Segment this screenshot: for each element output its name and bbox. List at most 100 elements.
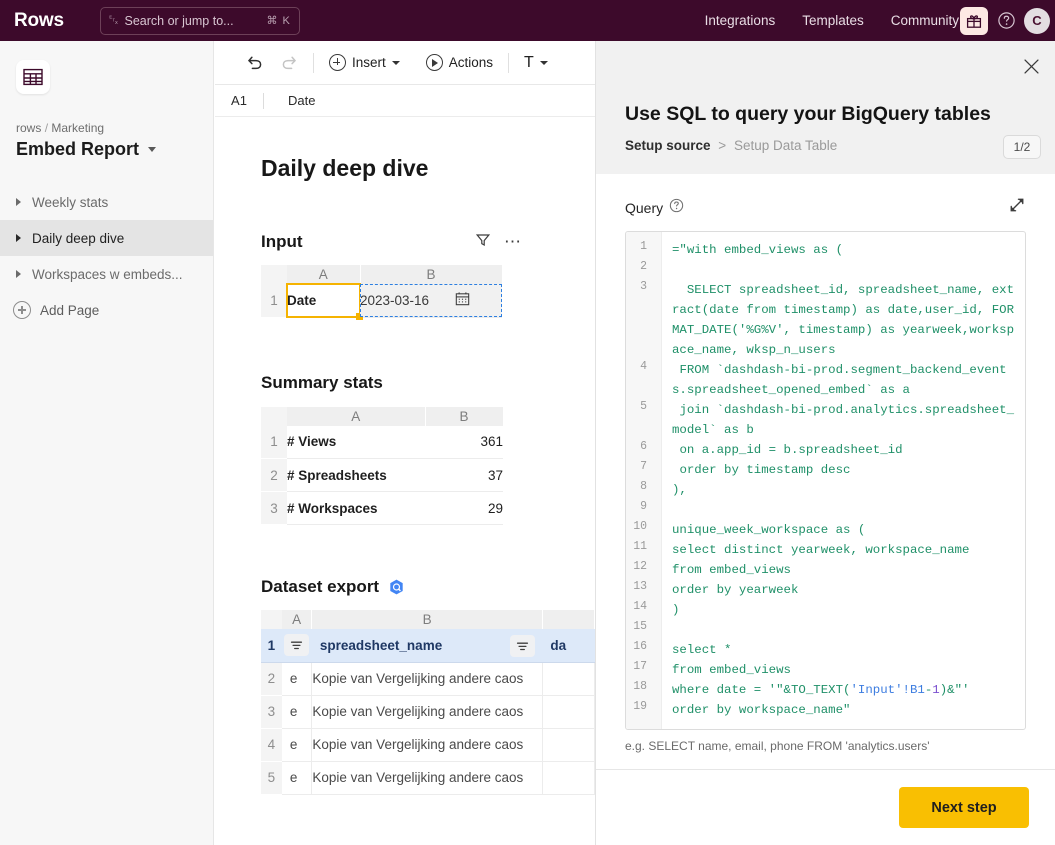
line-number: 15	[633, 620, 647, 633]
nav-link-community[interactable]: Community	[891, 13, 959, 28]
cell-b2[interactable]: Kopie van Vergelijking andere caos	[311, 662, 543, 696]
toolbar-divider	[508, 52, 510, 73]
row-number[interactable]: 1	[261, 629, 282, 663]
cell-a3[interactable]: # Workspaces	[287, 491, 425, 525]
column-header-a[interactable]: A	[287, 265, 361, 284]
row-number[interactable]: 1	[261, 284, 287, 318]
grid-corner	[261, 406, 287, 426]
code-line: on a.app_id = b.spreadsheet_id	[672, 443, 903, 457]
breadcrumb-workspace[interactable]: rows	[16, 121, 41, 135]
filter-icon[interactable]	[510, 635, 536, 657]
breadcrumb-step-current[interactable]: Setup source	[625, 138, 711, 153]
column-header-c[interactable]	[542, 610, 595, 629]
cell-a2[interactable]: # Spreadsheets	[287, 458, 425, 492]
spreadsheet-grid-icon[interactable]	[16, 60, 50, 94]
filter-icon[interactable]	[475, 233, 491, 252]
line-number: 16	[633, 640, 647, 653]
chevron-down-icon	[539, 60, 548, 65]
expand-triangle-icon	[16, 234, 21, 242]
sql-code-input[interactable]: ="with embed_views as ( SELECT spreadshe…	[662, 232, 1025, 729]
undo-button[interactable]	[237, 48, 272, 78]
line-number: 8	[640, 480, 647, 493]
section-header-dataset-export: Dataset export	[261, 577, 595, 597]
sql-setup-panel: Use SQL to query your BigQuery tables Se…	[595, 41, 1055, 845]
cell-c5[interactable]	[542, 761, 595, 795]
cell-a1[interactable]: Date	[286, 283, 363, 320]
redo-button[interactable]	[272, 48, 307, 78]
cell-b5[interactable]: Kopie van Vergelijking andere caos	[311, 761, 543, 795]
canvas-heading: Daily deep dive	[261, 155, 429, 181]
expand-diagonal-icon[interactable]	[1008, 196, 1026, 219]
play-circle-icon	[425, 54, 443, 71]
table-row: 5 e Kopie van Vergelijking andere caos	[261, 761, 595, 795]
rows-logo[interactable]: Rows	[14, 10, 64, 32]
sidebar-item-label: Daily deep dive	[32, 230, 125, 246]
column-header-a[interactable]: A	[287, 406, 426, 426]
cell-c1[interactable]: da	[542, 629, 595, 663]
column-header-b[interactable]: B	[360, 265, 503, 284]
cell-a4[interactable]: e	[281, 728, 313, 762]
table-row: 1 # Views 361	[261, 425, 503, 459]
cell-b3[interactable]: 29	[425, 491, 503, 525]
row-number[interactable]: 3	[261, 491, 287, 525]
cell-b4[interactable]: Kopie van Vergelijking andere caos	[311, 728, 543, 762]
column-header-b[interactable]: B	[311, 610, 543, 629]
row-number[interactable]: 1	[261, 425, 287, 459]
formula-input[interactable]: Date	[288, 93, 315, 108]
gift-icon[interactable]	[960, 6, 988, 35]
chevron-down-icon[interactable]	[148, 147, 157, 152]
calendar-icon[interactable]	[455, 291, 470, 309]
question-circle-icon[interactable]	[669, 198, 684, 218]
filter-cell-a[interactable]	[281, 629, 312, 663]
cell-value: 2023-03-16	[360, 292, 430, 308]
row-number[interactable]: 2	[261, 458, 287, 492]
text-format-button[interactable]: T	[515, 48, 557, 78]
cell-value: spreadsheet_name	[319, 637, 443, 653]
sql-query-editor[interactable]: 1 2 3 4 5 6 7 8 9 10 11 12 13 14 15 16 17 18 19 ="with emb…	[625, 231, 1026, 730]
add-page-button[interactable]: Add Page	[0, 292, 213, 328]
sidebar-item-workspaces-w-embeds[interactable]: Workspaces w embeds...	[0, 256, 213, 292]
column-header-row: A B	[261, 406, 504, 426]
cell-b1[interactable]: 361	[425, 425, 503, 459]
insert-button[interactable]: Insert	[320, 48, 409, 78]
actions-button[interactable]: Actions	[417, 48, 502, 78]
left-sidebar: rows / Marketing Embed Report Weekly sta…	[0, 41, 214, 845]
row-number[interactable]: 5	[261, 761, 282, 795]
cell-b1[interactable]: 2023-03-16	[360, 284, 502, 318]
document-title-row: Embed Report	[16, 139, 213, 160]
sidebar-item-daily-deep-dive[interactable]: Daily deep dive	[0, 220, 213, 256]
nav-link-integrations[interactable]: Integrations	[705, 13, 776, 28]
cell-a1[interactable]: # Views	[287, 425, 425, 459]
breadcrumb-folder[interactable]: Marketing	[51, 121, 104, 135]
row-number[interactable]: 3	[261, 695, 282, 729]
column-header-a[interactable]: A	[281, 610, 313, 629]
cell-b3[interactable]: Kopie van Vergelijking andere caos	[311, 695, 543, 729]
cell-b2[interactable]: 37	[425, 458, 503, 492]
nav-link-templates[interactable]: Templates	[802, 13, 864, 28]
cell-c2[interactable]	[542, 662, 595, 696]
close-icon[interactable]	[1022, 57, 1041, 81]
filter-icon[interactable]	[284, 634, 310, 657]
user-avatar[interactable]: C	[1024, 7, 1050, 34]
cell-reference[interactable]: A1	[215, 93, 263, 108]
cell-c4[interactable]	[542, 728, 595, 762]
row-number[interactable]: 2	[261, 662, 282, 696]
line-number: 7	[640, 460, 647, 473]
cell-a3[interactable]: e	[281, 695, 313, 729]
cell-c3[interactable]	[542, 695, 595, 729]
cell-b1[interactable]: spreadsheet_name	[311, 629, 543, 663]
table-row: 2 # Spreadsheets 37	[261, 458, 503, 492]
row-number[interactable]: 4	[261, 728, 282, 762]
cell-a5[interactable]: e	[281, 761, 313, 795]
next-step-button[interactable]: Next step	[899, 787, 1029, 828]
bigquery-icon[interactable]	[389, 579, 404, 595]
section-title: Dataset export	[261, 577, 380, 596]
search-input[interactable]: ␃ Search or jump to... ⌘ K	[99, 6, 300, 35]
column-header-b[interactable]: B	[425, 406, 504, 426]
sidebar-item-weekly-stats[interactable]: Weekly stats	[0, 184, 213, 220]
cell-a2[interactable]: e	[281, 662, 313, 696]
line-number: 3	[640, 280, 647, 293]
question-circle-icon[interactable]	[994, 9, 1018, 33]
more-options-icon[interactable]: ⋯	[504, 233, 522, 250]
